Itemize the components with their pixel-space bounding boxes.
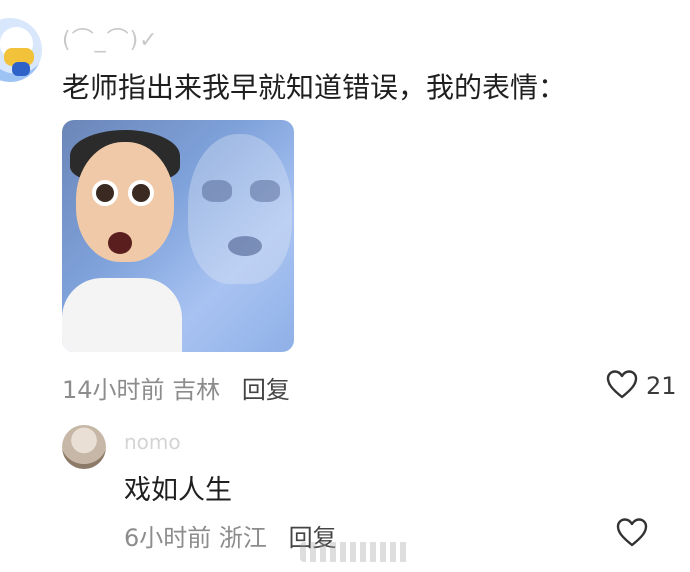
like-count: 21 xyxy=(646,372,677,400)
comment-text: 老师指出来我早就知道错误，我的表情： xyxy=(62,71,567,104)
reply-time: 6小时前 xyxy=(124,524,212,552)
reply-username[interactable]: nomo xyxy=(124,430,181,454)
comment-image[interactable] xyxy=(62,120,294,352)
reply-like-button[interactable] xyxy=(616,517,648,551)
reply-avatar[interactable] xyxy=(62,425,106,469)
reply-text: 戏如人生 xyxy=(124,475,232,506)
heart-outline-icon[interactable] xyxy=(606,369,638,403)
comment-location: 吉林 xyxy=(172,376,221,404)
commenter-avatar[interactable] xyxy=(0,18,42,82)
watermark xyxy=(300,542,410,562)
reply-location: 浙江 xyxy=(218,524,267,552)
heart-outline-icon[interactable] xyxy=(616,518,648,551)
reply-button[interactable]: 回复 xyxy=(242,376,290,404)
like-button[interactable]: 21 xyxy=(606,369,677,403)
commenter-username[interactable]: (⌒_⌒)✓ xyxy=(62,22,159,54)
comment-time: 14小时前 xyxy=(62,376,165,404)
comment-meta: 14小时前 吉林 回复 xyxy=(62,370,290,405)
